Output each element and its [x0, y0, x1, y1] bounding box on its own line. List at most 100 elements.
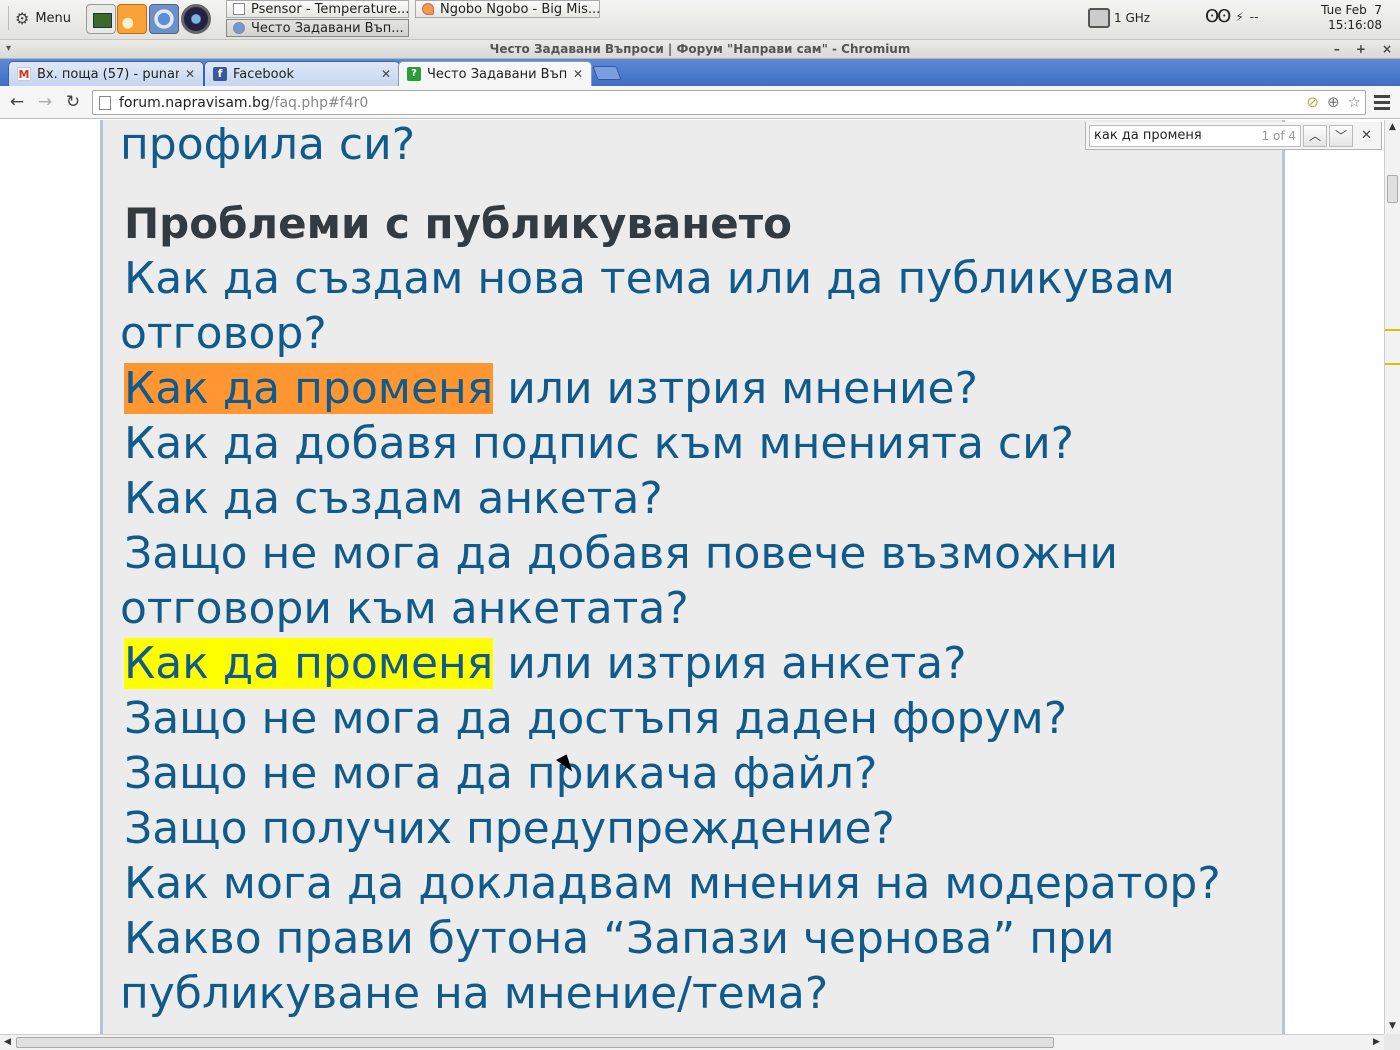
cpu-frequency-value: 1 GHz [1114, 11, 1151, 25]
clock[interactable]: Tue Feb 7 15:16:08 [1321, 3, 1382, 33]
scroll-up-icon[interactable]: ▲ [1385, 120, 1400, 135]
taskbar-item-label: Psensor - Temperature... [251, 1, 409, 17]
tab-facebook[interactable]: f Facebook ✕ [204, 61, 400, 86]
faq-link-text: или изтрия мнение? [493, 363, 978, 414]
taskbar-item-psensor[interactable]: Psensor - Temperature... [226, 0, 409, 18]
blocked-content-icon[interactable]: ⊘ [1306, 93, 1319, 111]
facebook-icon: f [213, 67, 227, 81]
document-icon [233, 3, 245, 15]
find-next-button[interactable]: ﹀ [1329, 124, 1353, 147]
forum-icon: ? [407, 67, 421, 81]
faq-link[interactable]: Как да добавя подпис към мненията си? [120, 416, 1270, 471]
app-menu-label: Menu [35, 10, 72, 26]
battery-status: -- [1249, 9, 1259, 24]
close-tab-icon[interactable]: ✕ [381, 67, 391, 81]
faq-link[interactable]: Как мога да докладвам мнения на модерато… [120, 856, 1270, 911]
faq-link[interactable]: отговор? [120, 306, 1270, 361]
app-menu-button[interactable]: ⚙ Menu [8, 6, 77, 30]
faq-link[interactable]: Какво прави бутона “Запази чернова” при [120, 911, 1270, 966]
clock-date: Tue Feb 7 [1321, 3, 1382, 17]
faq-link-text: Какво прави бутона “Запази чернова” при [124, 913, 1115, 964]
scroll-left-icon[interactable]: ◀ [0, 1035, 15, 1050]
faq-link-text: Защо не мога да достъпя даден форум? [124, 693, 1068, 744]
close-find-icon[interactable]: ✕ [1361, 128, 1372, 143]
active-find-match: Как да променя [124, 363, 494, 414]
reload-icon[interactable]: ↻ [62, 91, 84, 113]
browser-toolbar: ← → ↻ forum.napravisam.bg /faq.php#f4r0 … [0, 86, 1400, 119]
faq-link[interactable]: Как да променя или изтрия анкета? [120, 636, 1270, 691]
os-top-panel: ⚙ Menu Psensor - Temperature... Ngobo Ng… [0, 0, 1400, 40]
find-match-marker [1385, 329, 1400, 331]
tab-label: Често Задавани Въпрс [427, 66, 567, 82]
chromium-icon [233, 22, 245, 34]
page-viewport: профила си? Проблеми с публикуването Как… [0, 120, 1384, 1034]
cpu-icon [1088, 8, 1110, 28]
scroll-thumb[interactable] [16, 1037, 1054, 1048]
window-titlebar[interactable]: ▾ Често Задавани Въпроси | Форум "Направ… [0, 40, 1400, 59]
menu-icon[interactable] [1372, 92, 1392, 112]
scroll-right-icon[interactable]: ▶ [1369, 1035, 1384, 1050]
faq-link-text: отговор? [120, 308, 327, 359]
faq-link-text: Защо получих предупреждение? [124, 803, 895, 854]
faq-link[interactable]: Защо не мога да прикача файл? [120, 746, 1270, 801]
faq-link-text: или изтрия анкета? [493, 638, 967, 689]
scroll-thumb[interactable] [1387, 175, 1398, 203]
close-tab-icon[interactable]: ✕ [573, 67, 583, 81]
find-input[interactable]: как да променя 1 of 4 [1089, 124, 1301, 147]
zoom-icon[interactable]: ⊕ [1327, 93, 1340, 111]
find-previous-button[interactable]: ︿ [1303, 124, 1327, 147]
faq-link-text: публикуване на мнение/тема? [120, 968, 829, 1019]
cpu-frequency-applet[interactable]: 1 GHz [1088, 8, 1150, 28]
faq-link-text: Как да създам нова тема или да публикува… [124, 253, 1175, 304]
tab-gmail[interactable]: M Вх. поща (57) - punanl ✕ [8, 61, 204, 86]
faq-link[interactable]: публикуване на мнение/тема? [120, 966, 1270, 1021]
terminal-launcher-icon[interactable] [86, 4, 116, 34]
system-tray: ʘʘ ⚡ -- [1205, 6, 1258, 27]
faq-link[interactable]: Защо не мога да добавя повече възможни [120, 526, 1270, 581]
faq-list: профила си? Проблеми с публикуването Как… [120, 120, 1270, 1021]
maximize-button[interactable]: + [1356, 40, 1366, 58]
scroll-down-icon[interactable]: ▼ [1385, 1019, 1400, 1034]
vertical-scrollbar[interactable]: ▲ ▼ [1384, 120, 1400, 1034]
faq-link-text: Как да добавя подпис към мненията си? [124, 418, 1075, 469]
taskbar-item-label: Ngobo Ngobo - Big Mis... [440, 1, 600, 17]
chromium-launcher-icon[interactable] [149, 4, 179, 34]
url-host: forum.napravisam.bg [119, 94, 270, 111]
faq-link-text: Как мога да докладвам мнения на модерато… [124, 858, 1221, 909]
tab-strip: M Вх. поща (57) - punanl ✕ f Facebook ✕ … [0, 59, 1400, 86]
horizontal-scrollbar[interactable]: ◀ ▶ [0, 1034, 1384, 1050]
tab-label: Facebook [233, 66, 295, 82]
section-heading: Проблеми с публикуването [124, 199, 792, 248]
faq-link[interactable]: Защо получих предупреждение? [120, 801, 1270, 856]
faq-link[interactable]: Защо не мога да достъпя даден форум? [120, 691, 1270, 746]
faq-link-text: Защо не мога да прикача файл? [124, 748, 878, 799]
clock-time: 15:16:08 [1328, 18, 1382, 32]
address-bar[interactable]: forum.napravisam.bg /faq.php#f4r0 ⊘ ⊕ ☆ [92, 90, 1366, 115]
minimize-button[interactable]: – [1334, 40, 1340, 58]
taskbar-item-music[interactable]: Ngobo Ngobo - Big Mis... [415, 0, 600, 18]
office-launcher-icon[interactable] [117, 4, 147, 34]
faq-link[interactable]: Как да създам нова тема или да публикува… [120, 251, 1270, 306]
new-tab-button[interactable] [592, 66, 622, 80]
tab-faq[interactable]: ? Често Задавани Въпрс ✕ [398, 61, 592, 86]
taskbar-item-label: Често Задавани Въп... [251, 20, 404, 36]
taskbar-item-chromium[interactable]: Често Задавани Въп... [226, 19, 409, 37]
faq-link[interactable]: Как да променя или изтрия мнение? [120, 361, 1270, 416]
url-path: /faq.php#f4r0 [269, 94, 369, 111]
tab-label: Вх. поща (57) - punanl [37, 66, 179, 82]
find-match-count: 1 of 4 [1261, 128, 1296, 143]
window-menu-icon[interactable]: ▾ [6, 40, 11, 58]
faq-link[interactable]: отговори към анкетата? [120, 581, 1270, 636]
back-icon[interactable]: ← [6, 91, 28, 113]
forward-icon[interactable]: → [34, 91, 56, 113]
close-window-button[interactable]: × [1382, 40, 1392, 58]
faq-link[interactable]: Как да създам анкета? [120, 471, 1270, 526]
close-tab-icon[interactable]: ✕ [185, 67, 195, 81]
camera-launcher-icon[interactable] [181, 4, 211, 34]
page-icon [99, 95, 111, 110]
faq-link-text: Как да създам анкета? [124, 473, 663, 524]
power-plug-icon[interactable]: ⚡ [1235, 10, 1243, 24]
music-player-icon [422, 3, 434, 15]
gear-icon: ⚙ [15, 8, 30, 28]
bookmark-star-icon[interactable]: ☆ [1348, 93, 1361, 111]
